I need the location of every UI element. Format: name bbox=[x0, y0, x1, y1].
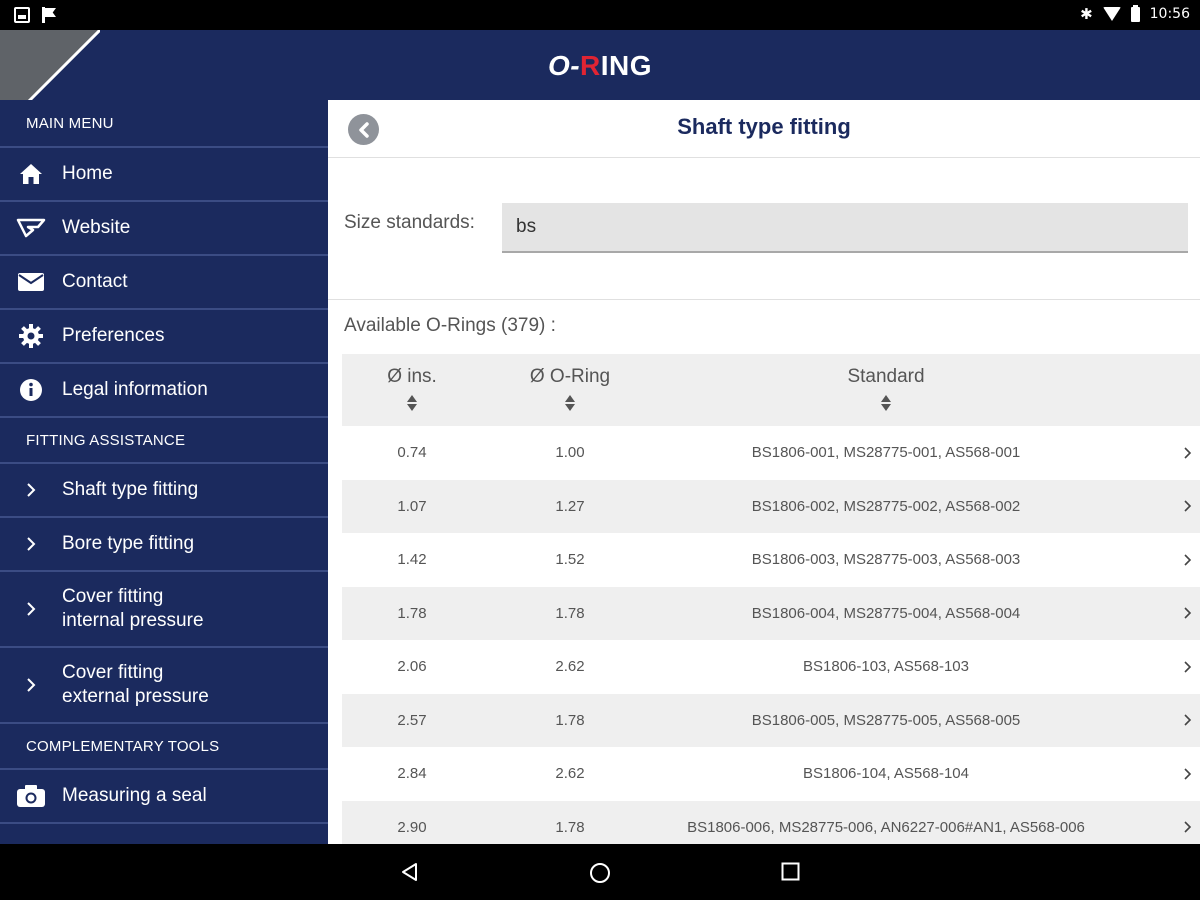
chevron-right-icon bbox=[1114, 447, 1200, 459]
size-standards-filter: Size standards: bbox=[328, 158, 1200, 300]
chevron-right-icon bbox=[0, 483, 62, 497]
page-title: Shaft type fitting bbox=[677, 114, 851, 139]
content-header: Shaft type fitting bbox=[328, 100, 1200, 158]
header-standard[interactable]: Standard bbox=[658, 354, 1114, 426]
table-header: Ø ins. Ø O-Ring Standard bbox=[342, 354, 1200, 426]
cell-inside-diameter: 2.90 bbox=[397, 818, 427, 836]
cell-standard: BS1806-004, MS28775-004, AS568-004 bbox=[751, 604, 1021, 622]
clock: 10:56 bbox=[1149, 6, 1190, 22]
sidebar-item-contact[interactable]: Contact bbox=[0, 256, 328, 310]
gear-icon bbox=[0, 324, 62, 348]
size-standards-input[interactable] bbox=[502, 203, 1188, 253]
cell-inside-diameter: 1.78 bbox=[397, 604, 427, 622]
cell-inside-diameter: 1.42 bbox=[397, 551, 427, 569]
cell-o-ring-diameter: 1.78 bbox=[555, 818, 585, 836]
wifi-icon bbox=[1102, 7, 1121, 21]
home-icon bbox=[0, 163, 62, 185]
sidebar-item-cover-external[interactable]: Cover fitting external pressure bbox=[0, 648, 328, 724]
cell-o-ring-diameter: 1.27 bbox=[555, 497, 585, 515]
chevron-right-icon bbox=[1114, 661, 1200, 673]
sidebar-item-legal[interactable]: Legal information bbox=[0, 364, 328, 418]
envelope-icon bbox=[0, 273, 62, 291]
sidebar: MAIN MENU Home Website Contact Preferenc… bbox=[0, 100, 328, 844]
app-logo: O-RING bbox=[547, 50, 653, 81]
cell-o-ring-diameter: 1.78 bbox=[555, 711, 585, 729]
cell-standard: BS1806-001, MS28775-001, AS568-001 bbox=[751, 444, 1021, 462]
info-icon bbox=[0, 378, 62, 402]
cell-inside-diameter: 0.74 bbox=[397, 444, 427, 462]
complementary-tools-heading: COMPLEMENTARY TOOLS bbox=[0, 724, 328, 770]
header-inside-diameter[interactable]: Ø ins. bbox=[342, 354, 482, 426]
cell-o-ring-diameter: 1.00 bbox=[555, 444, 585, 462]
chevron-right-icon bbox=[0, 678, 62, 692]
chevron-right-icon bbox=[1114, 500, 1200, 512]
table-row[interactable]: 1.07 1.27 BS1806-002, MS28775-002, AS568… bbox=[342, 479, 1200, 533]
sort-icon bbox=[565, 395, 575, 411]
chevron-right-icon bbox=[0, 537, 62, 551]
fitting-assistance-heading: FITTING ASSISTANCE bbox=[0, 418, 328, 464]
cell-standard: BS1806-002, MS28775-002, AS568-002 bbox=[751, 497, 1021, 515]
camera-icon bbox=[0, 785, 62, 807]
cell-inside-diameter: 2.84 bbox=[397, 765, 427, 783]
table-row[interactable]: 2.57 1.78 BS1806-005, MS28775-005, AS568… bbox=[342, 693, 1200, 747]
cell-standard: BS1806-103, AS568-103 bbox=[803, 658, 969, 676]
sidebar-item-home[interactable]: Home bbox=[0, 148, 328, 202]
sidebar-item-measuring-seal[interactable]: Measuring a seal bbox=[0, 770, 328, 824]
status-bar: ✱ 10:56 bbox=[0, 0, 1200, 30]
sort-icon bbox=[407, 395, 417, 411]
size-standards-label: Size standards: bbox=[344, 212, 475, 233]
chevron-right-icon bbox=[1114, 554, 1200, 566]
sidebar-item-cover-internal[interactable]: Cover fitting internal pressure bbox=[0, 572, 328, 648]
available-count: Available O-Rings (379) : bbox=[344, 315, 556, 336]
cell-o-ring-diameter: 1.78 bbox=[555, 604, 585, 622]
chevron-right-icon bbox=[1114, 714, 1200, 726]
back-nav-icon[interactable] bbox=[400, 862, 420, 882]
table-row[interactable]: 2.90 1.78 BS1806-006, MS28775-006, AN622… bbox=[342, 800, 1200, 844]
table-row[interactable]: 0.74 1.00 BS1806-001, MS28775-001, AS568… bbox=[342, 426, 1200, 480]
sidebar-item-website[interactable]: Website bbox=[0, 202, 328, 256]
website-icon bbox=[0, 218, 62, 238]
chevron-right-icon bbox=[0, 602, 62, 616]
chevron-right-icon bbox=[1114, 821, 1200, 833]
table-row[interactable]: 1.78 1.78 BS1806-004, MS28775-004, AS568… bbox=[342, 586, 1200, 640]
battery-icon bbox=[1130, 4, 1140, 22]
home-nav-icon[interactable] bbox=[589, 862, 611, 884]
sidebar-item-preferences[interactable]: Preferences bbox=[0, 310, 328, 364]
flag-icon bbox=[42, 7, 58, 23]
cell-o-ring-diameter: 2.62 bbox=[555, 765, 585, 783]
header-o-ring-diameter[interactable]: Ø O-Ring bbox=[482, 354, 658, 426]
image-icon bbox=[14, 7, 30, 23]
chevron-right-icon bbox=[1114, 768, 1200, 780]
cell-o-ring-diameter: 2.62 bbox=[555, 658, 585, 676]
cell-standard: BS1806-104, AS568-104 bbox=[803, 765, 969, 783]
table-row[interactable]: 1.42 1.52 BS1806-003, MS28775-003, AS568… bbox=[342, 533, 1200, 587]
sort-icon bbox=[881, 395, 891, 411]
cell-inside-diameter: 2.57 bbox=[397, 711, 427, 729]
table-row[interactable]: 2.84 2.62 BS1806-104, AS568-104 bbox=[342, 747, 1200, 801]
o-ring-table: Ø ins. Ø O-Ring Standard 0.74 1.00 BS180… bbox=[342, 354, 1200, 844]
sidebar-item-bore-type[interactable]: Bore type fitting bbox=[0, 518, 328, 572]
sidebar-item-shaft-type[interactable]: Shaft type fitting bbox=[0, 464, 328, 518]
recents-nav-icon[interactable] bbox=[781, 862, 800, 881]
table-row[interactable]: 2.06 2.62 BS1806-103, AS568-103 bbox=[342, 640, 1200, 694]
cell-o-ring-diameter: 1.52 bbox=[555, 551, 585, 569]
app-bar: O-RING bbox=[0, 30, 1200, 130]
cell-inside-diameter: 2.06 bbox=[397, 658, 427, 676]
cell-inside-diameter: 1.07 bbox=[397, 497, 427, 515]
cell-standard: BS1806-005, MS28775-005, AS568-005 bbox=[751, 711, 1021, 729]
cell-standard: BS1806-003, MS28775-003, AS568-003 bbox=[751, 551, 1021, 569]
chevron-right-icon bbox=[1114, 607, 1200, 619]
bluetooth-icon: ✱ bbox=[1080, 5, 1093, 23]
main-menu-heading: MAIN MENU bbox=[0, 100, 328, 148]
main-content: Shaft type fitting Size standards: Avail… bbox=[328, 100, 1200, 844]
cell-standard: BS1806-006, MS28775-006, AN6227-006#AN1,… bbox=[687, 818, 1085, 836]
navigation-bar bbox=[0, 844, 1200, 900]
